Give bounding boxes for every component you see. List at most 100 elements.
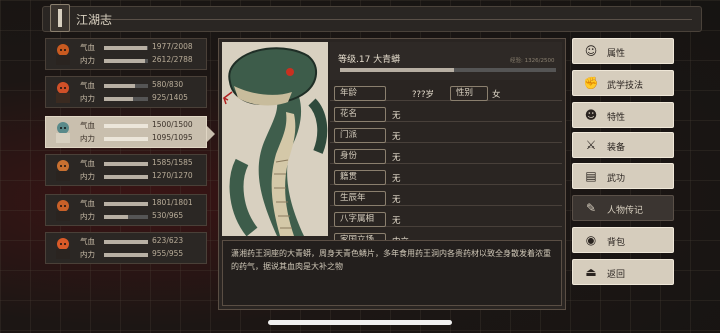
party-member-1[interactable]: 气血 580/830 内力 925/1405 bbox=[45, 76, 207, 108]
menu-button-2[interactable]: ☻ 特性 bbox=[572, 102, 674, 128]
party-member-4[interactable]: 气血 1801/1801 内力 530/965 bbox=[45, 194, 207, 226]
mp-bar-fill bbox=[104, 253, 148, 257]
mp-bar-fill bbox=[104, 175, 148, 179]
hp-value: 1801/1801 bbox=[152, 198, 193, 207]
menu-button-7[interactable]: ⏏ 返回 bbox=[572, 259, 674, 285]
field-value: 无 bbox=[392, 216, 401, 226]
field-label: 八字属相 bbox=[334, 212, 386, 227]
field-value: 无 bbox=[392, 195, 401, 205]
mp-value: 955/955 bbox=[152, 249, 184, 258]
field-label-2: 性别 bbox=[450, 86, 488, 101]
hp-label: 气血 bbox=[80, 43, 95, 52]
field-value: 无 bbox=[392, 174, 401, 184]
fist-icon: ✊ bbox=[583, 76, 599, 90]
hp-value: 623/623 bbox=[152, 236, 184, 245]
mp-value: 1270/1270 bbox=[152, 171, 193, 180]
scroll-icon: ▤ bbox=[585, 169, 597, 183]
hp-bar bbox=[104, 240, 148, 244]
hp-bar bbox=[104, 46, 148, 50]
hp-bar-fill bbox=[104, 202, 148, 206]
trait-icon: ☻ bbox=[584, 108, 598, 122]
party-member-0[interactable]: 气血 1977/2008 内力 2612/2788 bbox=[45, 38, 207, 70]
bag-icon: ◉ bbox=[585, 233, 597, 247]
field-value: 无 bbox=[392, 111, 401, 121]
page-title: 江湖志 bbox=[76, 13, 113, 27]
mp-bar bbox=[104, 175, 148, 179]
exp-text: 经验: 1326/2500 bbox=[510, 58, 555, 64]
exp-bar-fill bbox=[340, 68, 455, 72]
hp-label: 气血 bbox=[80, 121, 95, 130]
hp-label: 气血 bbox=[80, 81, 95, 90]
menu-button-0[interactable]: ☺ 属性 bbox=[572, 38, 674, 64]
party-member-5[interactable]: 气血 623/623 内力 955/955 bbox=[45, 232, 207, 264]
hp-label: 气血 bbox=[80, 199, 95, 208]
sword-icon: ⚔ bbox=[585, 138, 597, 152]
menu-button-label: 人物传记 bbox=[607, 206, 644, 216]
exp-bar bbox=[340, 68, 556, 72]
mp-value: 530/965 bbox=[152, 211, 184, 220]
member-avatar-icon bbox=[56, 160, 70, 181]
mp-label: 内力 bbox=[80, 134, 95, 143]
menu-button-label: 返回 bbox=[607, 270, 626, 280]
hp-label: 气血 bbox=[80, 237, 95, 246]
mp-bar bbox=[104, 59, 148, 63]
hp-value: 1977/2008 bbox=[152, 42, 193, 51]
party-member-2[interactable]: 气血 1500/1500 内力 1095/1095 bbox=[45, 116, 207, 148]
menu-button-label: 属性 bbox=[607, 49, 626, 59]
mp-bar bbox=[104, 215, 148, 219]
mp-label: 内力 bbox=[80, 212, 95, 221]
book-icon: ✎ bbox=[585, 201, 597, 215]
party-member-3[interactable]: 气血 1585/1585 内力 1270/1270 bbox=[45, 154, 207, 186]
hp-value: 1500/1500 bbox=[152, 120, 193, 129]
header-divider bbox=[92, 19, 692, 20]
mp-bar bbox=[104, 137, 148, 141]
hp-bar-fill bbox=[104, 124, 148, 128]
menu-button-3[interactable]: ⚔ 装备 bbox=[572, 132, 674, 158]
field-value: 无 bbox=[392, 132, 401, 142]
field-value: 无 bbox=[392, 153, 401, 163]
member-avatar-icon bbox=[56, 44, 70, 65]
hp-bar-fill bbox=[104, 162, 148, 166]
menu-button-label: 武学技法 bbox=[607, 81, 644, 91]
character-description: 潇湘药王洞座的大青蟒，周身天青色鳞片，多年食用药王洞内各贵药材以致全身散发着浓重… bbox=[222, 240, 562, 306]
field-value: ???岁 bbox=[412, 90, 435, 100]
mp-value: 925/1405 bbox=[152, 93, 188, 102]
mp-bar-fill bbox=[104, 59, 146, 63]
menu-button-1[interactable]: ✊ 武学技法 bbox=[572, 70, 674, 96]
hp-bar bbox=[104, 202, 148, 206]
hp-bar bbox=[104, 124, 148, 128]
mp-bar bbox=[104, 97, 148, 101]
mp-bar-fill bbox=[104, 137, 148, 141]
menu-button-label: 武功 bbox=[607, 174, 626, 184]
menu-button-label: 背包 bbox=[607, 238, 626, 248]
exit-icon: ⏏ bbox=[585, 265, 597, 279]
mp-bar-fill bbox=[104, 215, 129, 219]
mp-bar-fill bbox=[104, 97, 134, 101]
field-label: 生辰年 bbox=[334, 191, 386, 206]
selected-arrow-icon bbox=[207, 126, 215, 142]
hp-bar bbox=[104, 162, 148, 166]
mp-label: 内力 bbox=[80, 172, 95, 181]
menu-button-label: 装备 bbox=[607, 143, 626, 153]
person-icon: ☺ bbox=[584, 44, 598, 58]
menu-button-6[interactable]: ◉ 背包 bbox=[572, 227, 674, 253]
journal-icon bbox=[50, 4, 70, 32]
level-name: 等级.17 大青蟒 bbox=[338, 55, 401, 65]
hp-value: 1585/1585 bbox=[152, 158, 193, 167]
menu-button-5[interactable]: ✎ 人物传记 bbox=[572, 195, 674, 221]
field-label: 籍贯 bbox=[334, 170, 386, 185]
field-value-2: 女 bbox=[492, 90, 501, 100]
field-label: 身份 bbox=[334, 149, 386, 164]
field-label: 花名 bbox=[334, 107, 386, 122]
member-avatar-icon bbox=[56, 122, 70, 143]
menu-button-4[interactable]: ▤ 武功 bbox=[572, 163, 674, 189]
hp-bar-fill bbox=[104, 84, 135, 88]
snake-portrait-icon bbox=[222, 42, 328, 237]
hp-bar-fill bbox=[104, 46, 148, 50]
mp-value: 2612/2788 bbox=[152, 55, 193, 64]
home-indicator[interactable] bbox=[268, 320, 452, 325]
hp-value: 580/830 bbox=[152, 80, 184, 89]
hp-bar bbox=[104, 84, 148, 88]
hp-bar-fill bbox=[104, 240, 148, 244]
menu-button-label: 特性 bbox=[607, 113, 626, 123]
